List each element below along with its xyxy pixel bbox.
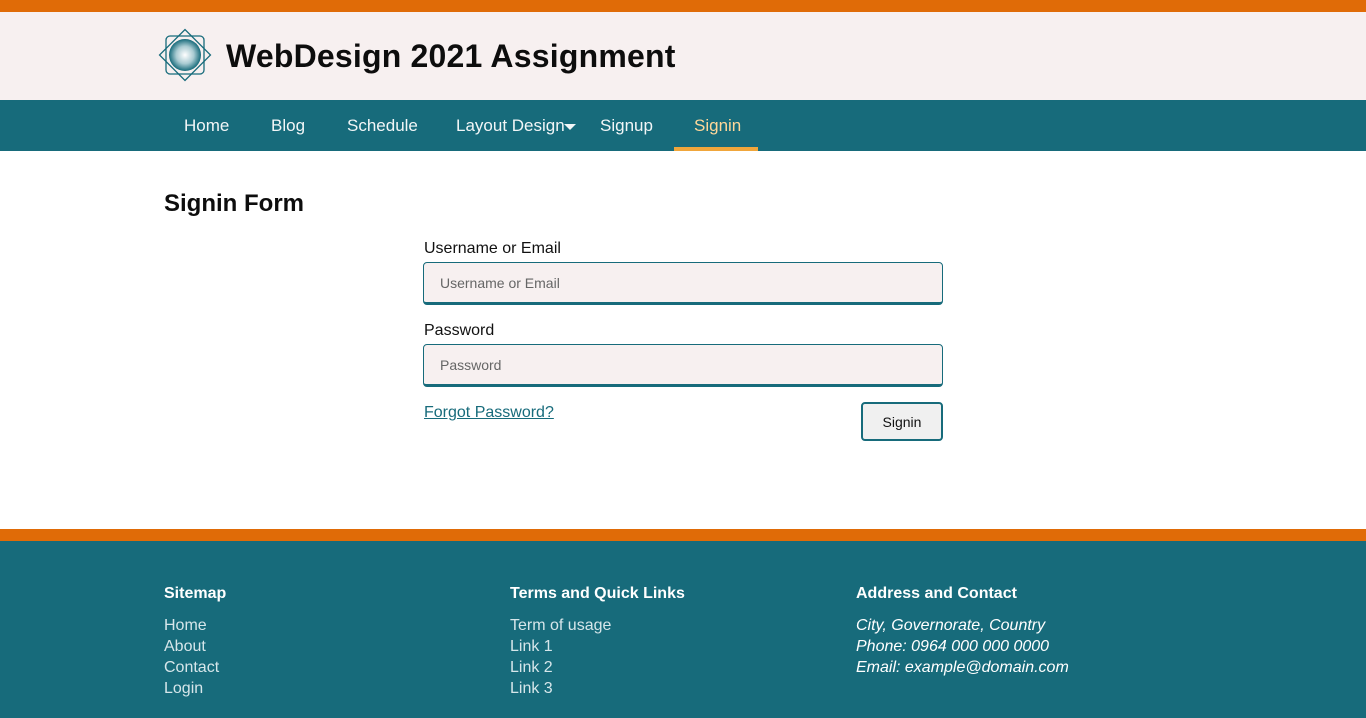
footer-link-term-of-usage[interactable]: Term of usage: [510, 615, 685, 636]
footer-sitemap: Sitemap Home About Contact Login: [164, 585, 226, 699]
top-accent-stripe: [0, 0, 1366, 12]
active-nav-indicator: [674, 147, 758, 151]
nav-item-schedule[interactable]: Schedule: [347, 100, 418, 151]
nav-item-blog[interactable]: Blog: [271, 100, 305, 151]
footer-link-2[interactable]: Link 2: [510, 657, 685, 678]
footer-link-login[interactable]: Login: [164, 678, 226, 699]
site-title: WebDesign 2021 Assignment: [226, 38, 676, 74]
footer-accent-stripe: [0, 529, 1366, 541]
footer-heading-terms: Terms and Quick Links: [510, 585, 685, 602]
nav-item-layout-design[interactable]: Layout Design: [456, 100, 565, 151]
password-field-wrapper: [423, 344, 943, 387]
username-input[interactable]: [424, 263, 942, 302]
footer-contact: Address and Contact City, Governorate, C…: [856, 585, 1069, 678]
password-input[interactable]: [424, 345, 942, 384]
username-label: Username or Email: [424, 240, 561, 257]
footer-link-home[interactable]: Home: [164, 615, 226, 636]
signin-button[interactable]: Signin: [861, 402, 943, 441]
password-label: Password: [424, 322, 495, 339]
chevron-down-icon[interactable]: [564, 124, 576, 130]
footer-email: Email: example@domain.com: [856, 659, 1069, 676]
footer-link-about[interactable]: About: [164, 636, 226, 657]
nav-item-signin[interactable]: Signin: [694, 100, 741, 151]
page-title: Signin Form: [164, 190, 304, 217]
footer-heading-contact: Address and Contact: [856, 585, 1017, 602]
footer-link-3[interactable]: Link 3: [510, 678, 685, 699]
nav-item-signup[interactable]: Signup: [600, 100, 653, 151]
footer-heading-sitemap: Sitemap: [164, 585, 227, 602]
diamond-logo-icon: [158, 28, 212, 82]
footer-phone: Phone: 0964 000 000 0000: [856, 638, 1050, 655]
forgot-password-link[interactable]: Forgot Password?: [424, 404, 554, 422]
site-header: WebDesign 2021 Assignment: [0, 12, 1366, 100]
footer-link-contact[interactable]: Contact: [164, 657, 226, 678]
footer-address: City, Governorate, Country: [856, 617, 1046, 634]
main-nav: Home Blog Schedule Layout Design Signup …: [0, 100, 1366, 151]
nav-item-home[interactable]: Home: [184, 100, 229, 151]
footer-link-1[interactable]: Link 1: [510, 636, 685, 657]
site-footer: Sitemap Home About Contact Login Terms a…: [0, 541, 1366, 718]
username-field-wrapper: [423, 262, 943, 305]
footer-terms: Terms and Quick Links Term of usage Link…: [510, 585, 685, 699]
